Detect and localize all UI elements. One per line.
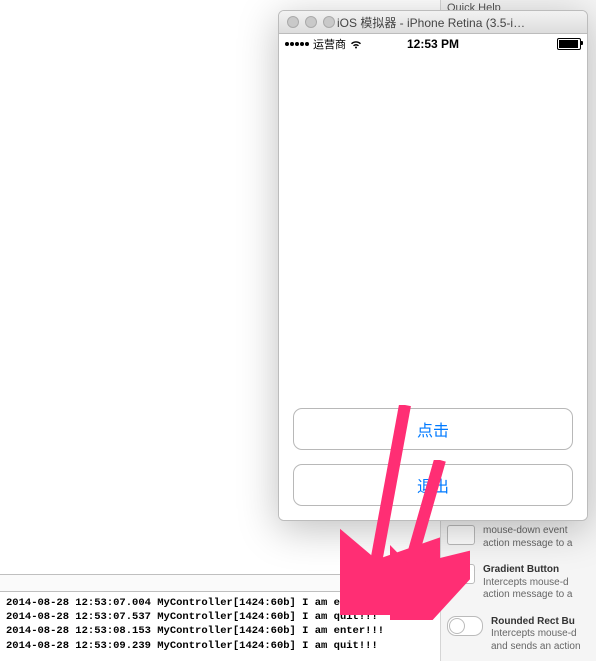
- simulator-titlebar[interactable]: iOS 模拟器 - iPhone Retina (3.5-inch) / iOS…: [279, 11, 587, 34]
- zoom-icon[interactable]: [323, 16, 335, 28]
- inspector-item[interactable]: Gradient Button Intercepts mouse-d actio…: [447, 564, 592, 602]
- console-toolbar[interactable]: [0, 575, 438, 592]
- button-swatch-icon: [447, 564, 475, 584]
- status-time: 12:53 PM: [279, 37, 587, 51]
- inspector-text: Rounded Rect Bu Intercepts mouse-d and s…: [491, 616, 592, 654]
- traffic-lights[interactable]: [287, 16, 335, 28]
- button-swatch-icon: [447, 525, 475, 545]
- console-log[interactable]: 2014-08-28 12:53:07.004 MyController[142…: [0, 592, 438, 657]
- click-button[interactable]: 点击: [293, 408, 573, 450]
- simulator-window: iOS 模拟器 - iPhone Retina (3.5-inch) / iOS…: [278, 10, 588, 521]
- log-line: 2014-08-28 12:53:07.537 MyController[142…: [6, 611, 378, 623]
- log-line: 2014-08-28 12:53:07.004 MyController[142…: [6, 597, 384, 609]
- inspector-list: mouse-down event action message to a Gra…: [447, 525, 592, 661]
- log-line: 2014-08-28 12:53:09.239 MyController[142…: [6, 640, 378, 652]
- simulator-screen: 运营商 12:53 PM 点击 退出: [279, 34, 587, 520]
- console-panel: 2014-08-28 12:53:07.004 MyController[142…: [0, 574, 438, 657]
- log-line: 2014-08-28 12:53:08.153 MyController[142…: [6, 625, 384, 637]
- inspector-item[interactable]: mouse-down event action message to a: [447, 525, 592, 550]
- inspector-item[interactable]: Rounded Rect Bu Intercepts mouse-d and s…: [447, 616, 592, 654]
- battery-icon: [557, 38, 581, 50]
- quit-button[interactable]: 退出: [293, 464, 573, 506]
- button-swatch-icon: [447, 616, 483, 636]
- inspector-text: Gradient Button Intercepts mouse-d actio…: [483, 564, 592, 602]
- inspector-text: mouse-down event action message to a: [483, 525, 592, 550]
- minimize-icon[interactable]: [305, 16, 317, 28]
- close-icon[interactable]: [287, 16, 299, 28]
- status-bar: 运营商 12:53 PM: [279, 34, 587, 54]
